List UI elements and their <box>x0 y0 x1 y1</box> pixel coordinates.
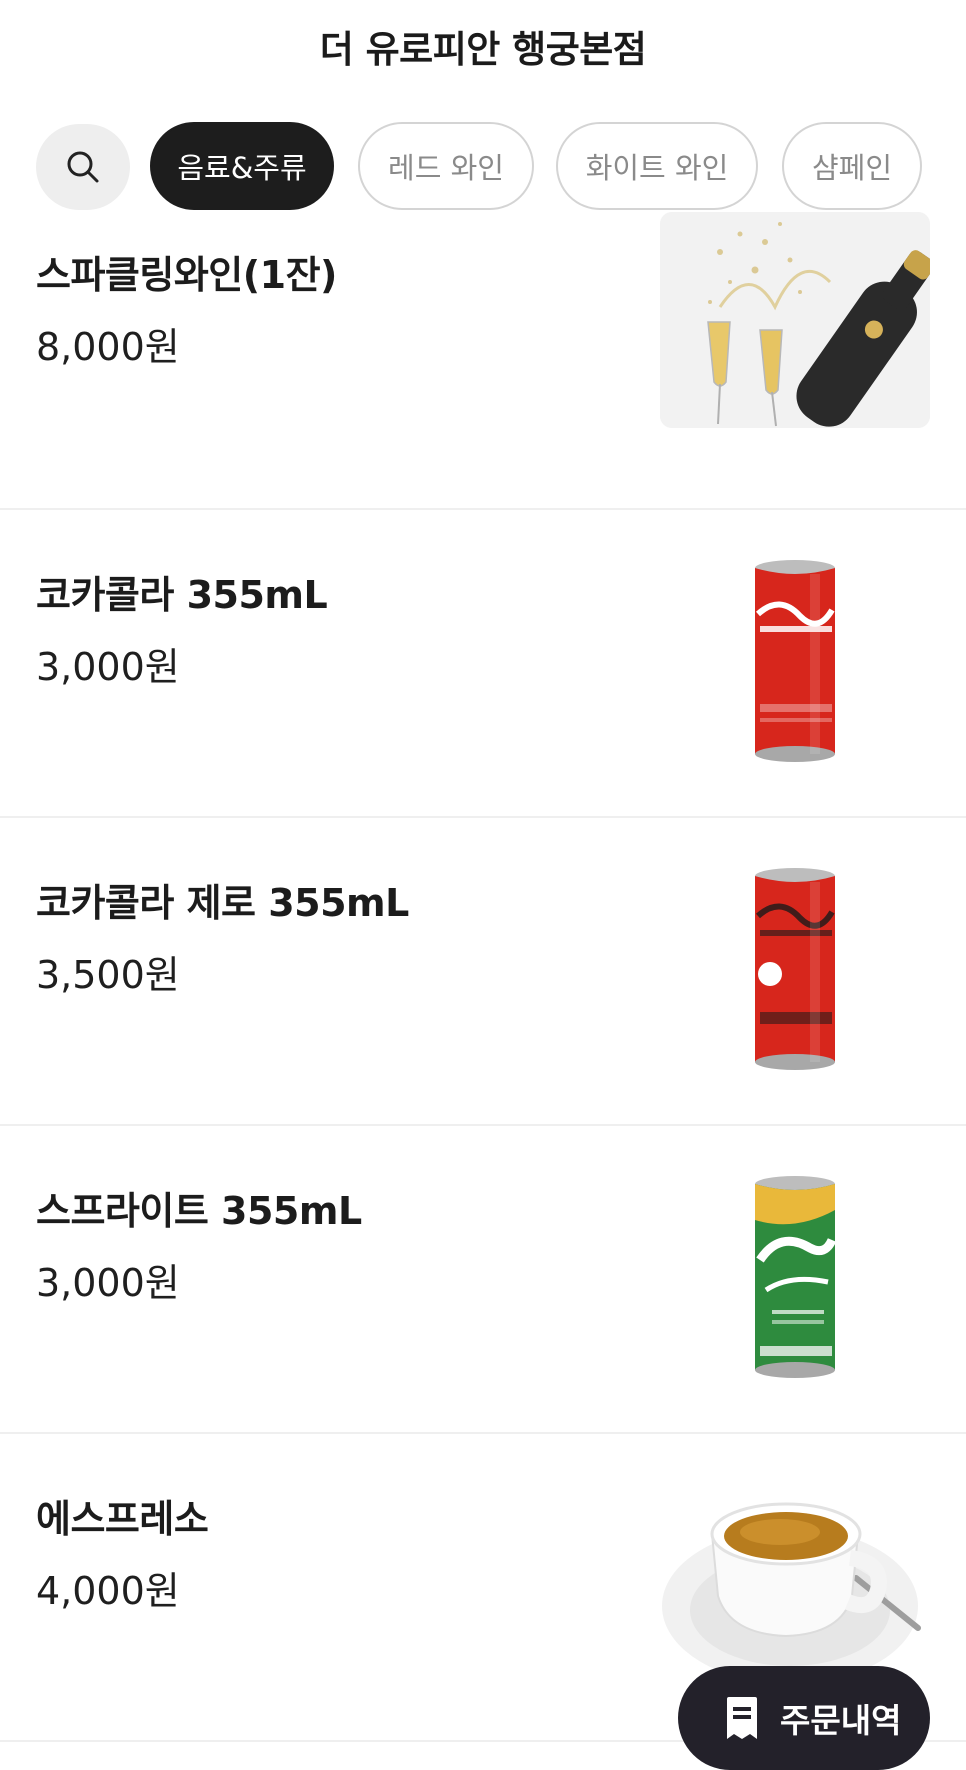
coca-cola-can-image <box>660 554 930 770</box>
sparkling-wine-image <box>660 212 930 428</box>
menu-item-price: 4,000원 <box>36 1569 180 1613</box>
tab-white-wine[interactable]: 화이트 와인 <box>556 122 758 210</box>
menu-item-name: 스파클링와인(1잔) <box>36 253 337 297</box>
page-title: 더 유로피안 행궁본점 <box>319 28 647 71</box>
menu-item-price: 3,000원 <box>36 1261 180 1305</box>
category-tabs: 음료&주류 레드 와인 화이트 와인 샴페인 <box>0 120 966 212</box>
menu-item-price: 3,500원 <box>36 953 180 997</box>
menu-item-name: 에스프레소 <box>36 1497 209 1541</box>
coca-cola-zero-can-image <box>660 862 930 1078</box>
order-history-button[interactable]: 주문내역 <box>678 1666 930 1770</box>
sprite-can-image <box>660 1170 930 1386</box>
menu-item-name: 스프라이트 355mL <box>36 1189 362 1233</box>
order-history-label: 주문내역 <box>780 1701 902 1740</box>
menu-item-name: 코카콜라 355mL <box>36 573 328 617</box>
menu-item-sprite[interactable]: 스프라이트 355mL 3,000원 <box>0 1126 966 1434</box>
menu-item-coca-cola-zero[interactable]: 코카콜라 제로 355mL 3,500원 <box>0 818 966 1126</box>
menu-item-name: 코카콜라 제로 355mL <box>36 881 409 925</box>
espresso-cup-image <box>660 1478 930 1694</box>
receipt-icon <box>727 1697 757 1739</box>
search-icon <box>67 151 99 183</box>
tab-beverage-liquor[interactable]: 음료&주류 <box>150 122 334 210</box>
tab-red-wine[interactable]: 레드 와인 <box>358 122 534 210</box>
menu-list: 스파클링와인(1잔) 8,000원 코카콜라 355mL 3,000원 코카콜라… <box>0 212 966 1770</box>
menu-item-coca-cola[interactable]: 코카콜라 355mL 3,000원 <box>0 510 966 818</box>
tab-champagne[interactable]: 샴페인 <box>782 122 922 210</box>
menu-item-sparkling-wine[interactable]: 스파클링와인(1잔) 8,000원 <box>0 212 966 510</box>
search-button[interactable] <box>36 124 130 210</box>
menu-item-price: 3,000원 <box>36 645 180 689</box>
store-header: 더 유로피안 행궁본점 <box>0 0 966 92</box>
menu-item-price: 8,000원 <box>36 325 180 369</box>
